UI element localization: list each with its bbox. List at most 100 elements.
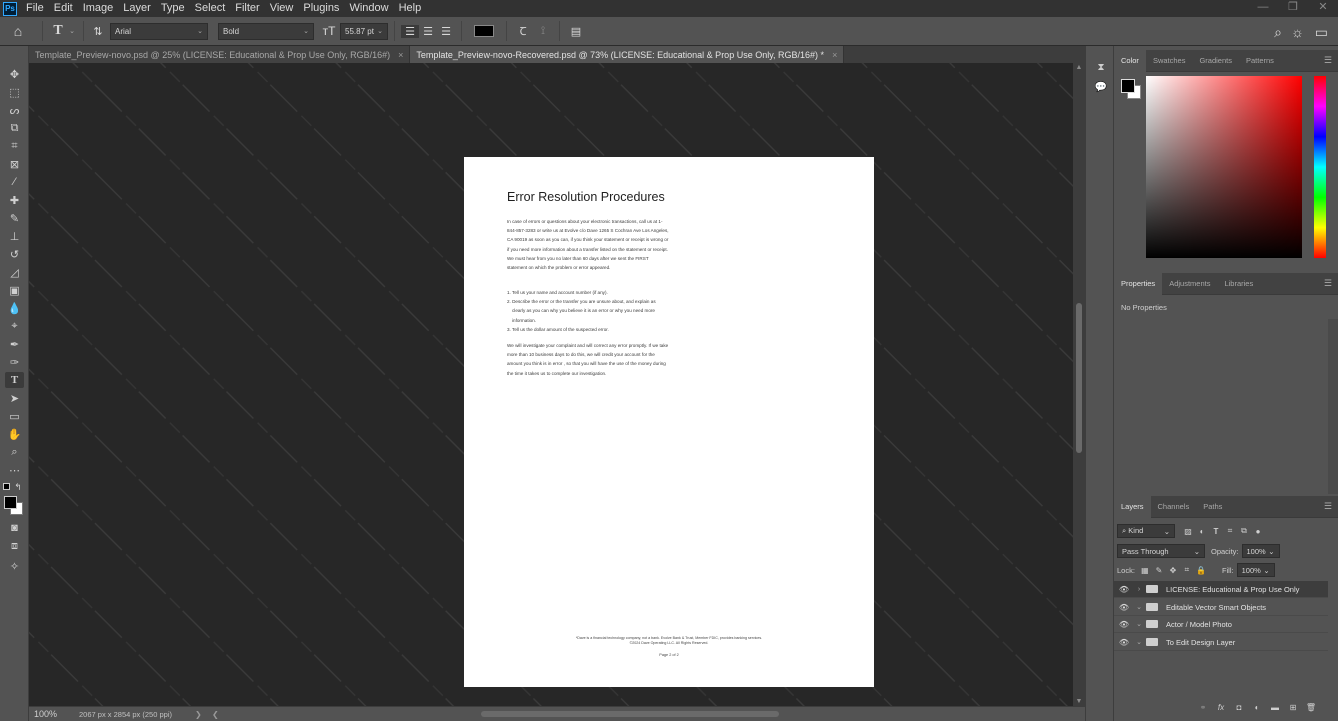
marquee-tool-icon[interactable]: ⬚ xyxy=(5,84,24,100)
menu-file[interactable]: File xyxy=(21,0,49,17)
workspace-icon[interactable]: ▭ xyxy=(1315,24,1328,41)
pen-tool-icon[interactable]: ✒ xyxy=(5,336,24,352)
scroll-down-icon[interactable]: ▼ xyxy=(1073,698,1085,705)
scrollbar-thumb[interactable] xyxy=(1076,303,1082,453)
document-info[interactable]: 2067 px x 2854 px (250 ppi) xyxy=(65,710,195,719)
horizontal-scrollbar-thumb[interactable] xyxy=(481,711,779,717)
foreground-color-swatch[interactable] xyxy=(4,496,17,509)
lightbulb-icon[interactable]: ☼ xyxy=(1291,24,1304,40)
eye-icon[interactable]: 👁 xyxy=(1114,638,1134,647)
hue-slider[interactable] xyxy=(1314,76,1326,258)
align-right-icon[interactable]: ☰ xyxy=(437,25,455,38)
layer-row[interactable]: 👁 ⌄ Editable Vector Smart Objects xyxy=(1114,599,1328,616)
eraser-tool-icon[interactable]: ◿ xyxy=(5,264,24,280)
layer-row[interactable]: 👁 › LICENSE: Educational & Prop Use Only xyxy=(1114,581,1328,598)
tab-libraries[interactable]: Libraries xyxy=(1217,273,1260,295)
home-icon[interactable]: ⌂ xyxy=(0,23,36,39)
layer-filter-kind-select[interactable]: ⌕ Kind ⌄ xyxy=(1117,524,1175,538)
scroll-up-icon[interactable]: ▲ xyxy=(1073,64,1085,71)
lasso-tool-icon[interactable]: ᔕ xyxy=(5,102,24,118)
close-icon[interactable]: × xyxy=(832,50,837,60)
vertical-scrollbar[interactable]: ▲ ▼ xyxy=(1073,63,1085,706)
history-panel-icon[interactable]: ⧗ xyxy=(1094,62,1108,76)
menu-select[interactable]: Select xyxy=(190,0,231,17)
tab-channels[interactable]: Channels xyxy=(1151,496,1197,518)
menu-image[interactable]: Image xyxy=(78,0,119,17)
link-layers-icon[interactable]: ⚭ xyxy=(1194,703,1212,712)
lock-position-icon[interactable]: ✥ xyxy=(1166,566,1180,575)
align-center-icon[interactable]: ☰ xyxy=(419,25,437,38)
rectangle-tool-icon[interactable]: ▭ xyxy=(5,408,24,424)
move-tool-icon[interactable]: ✥ xyxy=(5,66,24,82)
close-icon[interactable]: × xyxy=(398,50,403,60)
blur-tool-icon[interactable]: 💧 xyxy=(5,300,24,316)
filter-adjustment-icon[interactable]: ◐ xyxy=(1195,527,1209,536)
menu-layer[interactable]: Layer xyxy=(118,0,156,17)
text-orientation-icon[interactable]: ⇅ xyxy=(90,25,106,38)
lock-artboard-icon[interactable]: ⌗ xyxy=(1180,565,1194,575)
tab-adjustments[interactable]: Adjustments xyxy=(1162,273,1217,295)
chevron-down-icon[interactable]: ⌄ xyxy=(67,27,77,35)
filter-toggle-icon[interactable]: ● xyxy=(1251,527,1265,536)
chevron-down-icon[interactable]: ⌄ xyxy=(1134,638,1144,646)
chevron-left-icon[interactable]: ❮ xyxy=(212,710,219,719)
more-tools-icon[interactable]: ⋯ xyxy=(5,462,24,478)
filter-shape-icon[interactable]: ⌗ xyxy=(1223,526,1237,536)
fx-icon[interactable]: fx xyxy=(1212,703,1230,712)
path-select-tool-icon[interactable]: ➤ xyxy=(5,390,24,406)
tab-template-preview-recovered[interactable]: Template_Preview-novo-Recovered.psd @ 73… xyxy=(410,46,845,63)
clone-stamp-tool-icon[interactable]: ⊥ xyxy=(5,228,24,244)
document-page[interactable]: Error Resolution Procedures In case of e… xyxy=(464,157,874,687)
dodge-tool-icon[interactable]: ⌖ xyxy=(5,318,24,334)
restore-button[interactable]: ❐ xyxy=(1278,0,1308,17)
gradient-tool-icon[interactable]: ▣ xyxy=(5,282,24,298)
menu-filter[interactable]: Filter xyxy=(230,0,264,17)
font-family-select[interactable]: Arial ⌄ xyxy=(110,22,208,40)
lock-all-icon[interactable]: 🔒 xyxy=(1194,566,1208,575)
add-mask-icon[interactable]: ◘ xyxy=(1230,703,1248,712)
comments-panel-icon[interactable]: 💬 xyxy=(1094,82,1108,96)
brush-tool-icon[interactable]: ✎ xyxy=(5,210,24,226)
panel-menu-icon[interactable]: ☰ xyxy=(1324,278,1332,289)
panel-menu-icon[interactable]: ☰ xyxy=(1324,501,1332,512)
quick-mask-icon[interactable]: ◙ xyxy=(5,520,24,536)
screen-mode-icon[interactable]: ⧈ xyxy=(5,538,24,554)
generative-icon[interactable]: ✧ xyxy=(5,558,24,574)
eyedropper-tool-icon[interactable]: ⁄ xyxy=(5,174,24,190)
menu-view[interactable]: View xyxy=(265,0,299,17)
font-style-select[interactable]: Bold ⌄ xyxy=(218,22,314,40)
chevron-down-icon[interactable]: ⌄ xyxy=(1134,620,1144,628)
chevron-right-icon[interactable]: ❯ xyxy=(195,710,202,719)
history-brush-tool-icon[interactable]: ↺ xyxy=(5,246,24,262)
minimize-button[interactable]: — xyxy=(1248,0,1278,17)
tab-patterns[interactable]: Patterns xyxy=(1239,50,1281,72)
menu-edit[interactable]: Edit xyxy=(49,0,78,17)
fill-field[interactable]: 100% ⌄ xyxy=(1236,563,1275,577)
menu-plugins[interactable]: Plugins xyxy=(298,0,344,17)
color-picker-field[interactable] xyxy=(1146,76,1302,258)
new-group-icon[interactable]: ▬ xyxy=(1266,703,1284,712)
hand-tool-icon[interactable]: ✋ xyxy=(5,426,24,442)
warp-text-icon[interactable]: Ꞇ xyxy=(513,24,533,39)
tab-paths[interactable]: Paths xyxy=(1196,496,1229,518)
tab-swatches[interactable]: Swatches xyxy=(1146,50,1193,72)
new-layer-icon[interactable]: ⊞ xyxy=(1284,703,1302,712)
default-colors-icon[interactable] xyxy=(3,483,10,490)
frame-tool-icon[interactable]: ⊠ xyxy=(5,156,24,172)
layer-row[interactable]: 👁 ⌄ To Edit Design Layer xyxy=(1114,634,1328,651)
layer-row[interactable]: 👁 ⌄ Actor / Model Photo xyxy=(1114,616,1328,633)
character-panel-icon[interactable]: ▤ xyxy=(566,25,586,38)
filter-pixel-icon[interactable]: ▨ xyxy=(1181,527,1195,536)
properties-scrollbar[interactable] xyxy=(1328,319,1338,494)
tab-layers[interactable]: Layers xyxy=(1114,495,1151,518)
trash-icon[interactable]: 🗑 xyxy=(1302,703,1320,712)
3d-text-icon[interactable]: ⟟ xyxy=(533,25,553,38)
filter-type-icon[interactable]: T xyxy=(1209,527,1223,536)
healing-brush-tool-icon[interactable]: ✚ xyxy=(5,192,24,208)
text-tool-preset-icon[interactable]: T xyxy=(49,23,67,39)
tab-gradients[interactable]: Gradients xyxy=(1192,50,1239,72)
chevron-down-icon[interactable]: ⌄ xyxy=(1134,603,1144,611)
type-tool-icon[interactable]: T xyxy=(5,372,24,388)
menu-help[interactable]: Help xyxy=(394,0,427,17)
chevron-right-icon[interactable]: › xyxy=(1134,586,1144,593)
